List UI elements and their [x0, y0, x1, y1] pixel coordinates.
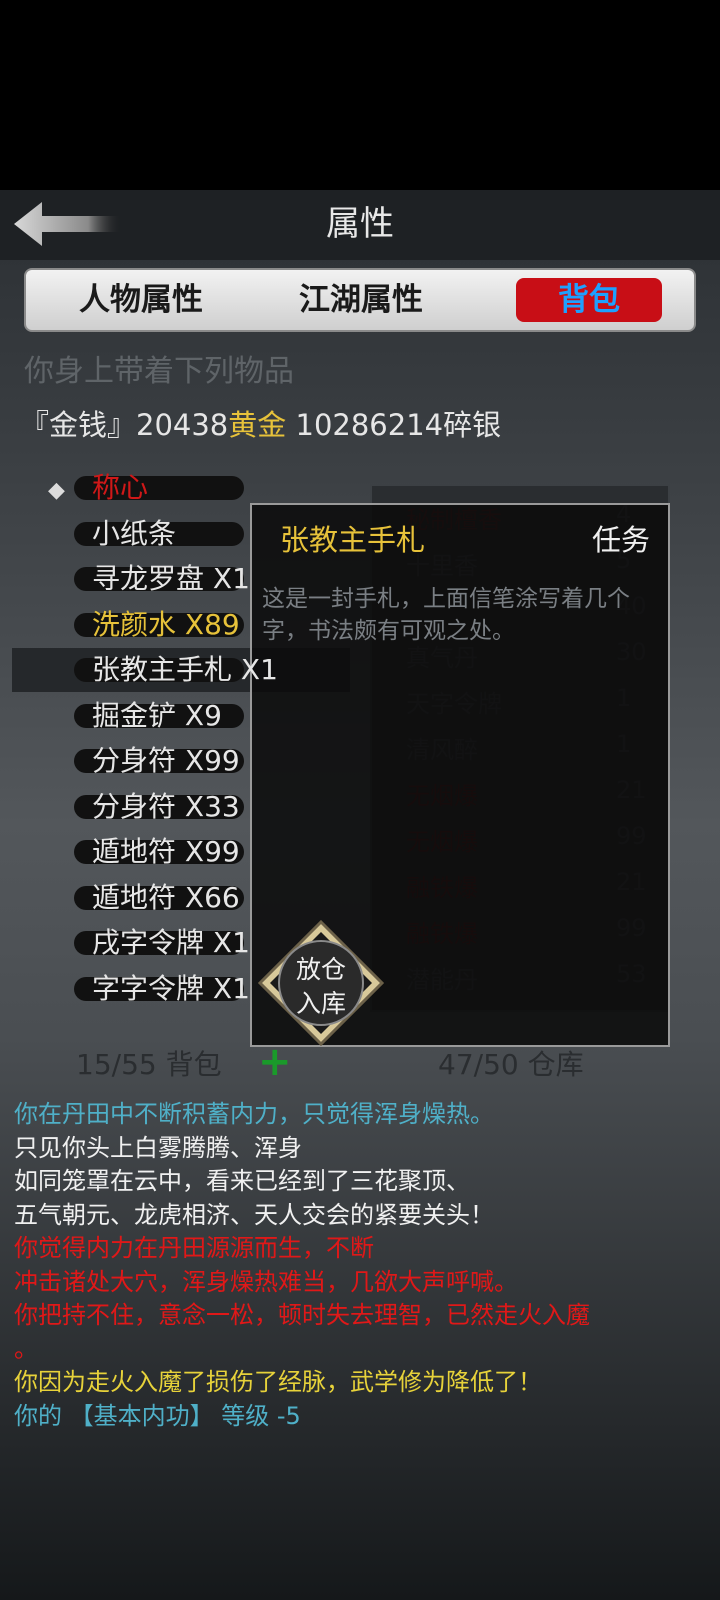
log-line: 。: [14, 1334, 38, 1363]
backpack-item[interactable]: 张教主手札 X1: [74, 650, 278, 690]
log-line: 你因为走火入魔了损伤了经脉，武学修为降低了！: [14, 1368, 542, 1396]
log-line: 五气朝元、龙虎相济、天人交会的紧要关头！: [14, 1200, 494, 1229]
popup-item-type: 任务: [592, 523, 651, 557]
backpack-item[interactable]: 称心: [73, 468, 245, 508]
backpack-item[interactable]: 戌字令牌 X1: [74, 923, 250, 963]
log-line: 你在丹田中不断积蓄内力，只觉得浑身燥热。: [14, 1100, 494, 1128]
backpack-capacity: 15/55 背包: [76, 1048, 222, 1081]
backpack-item[interactable]: 字字令牌 X1: [74, 969, 250, 1009]
expand-backpack-button[interactable]: +: [258, 1042, 292, 1082]
warehouse-capacity: 47/50 仓库: [438, 1048, 584, 1081]
popup-item-name: 张教主手札: [280, 523, 426, 557]
backpack-item[interactable]: 掘金铲 X9: [74, 696, 244, 736]
tab-jianghu-attributes[interactable]: 江湖属性: [286, 278, 436, 322]
backpack-item[interactable]: 遁地符 X99: [74, 832, 244, 872]
log-line: 只见你头上白雾腾腾、浑身: [14, 1133, 302, 1162]
backpack-item[interactable]: 分身符 X99: [74, 741, 244, 781]
log-line: 你把持不住，意念一松，顿时失去理智，已然走火入魔: [14, 1301, 590, 1329]
money-display: 『金钱』20438黄金 10286214碎银: [20, 408, 502, 442]
log-line: 冲击诸处大穴，浑身燥热难当，几欲大声呼喊。: [14, 1267, 518, 1296]
backpack-item[interactable]: 洗颜水 X89: [74, 605, 244, 645]
tab-bar: 人物属性 江湖属性 背包: [24, 268, 696, 332]
message-log: 你在丹田中不断积蓄内力，只觉得浑身燥热。 只见你头上白雾腾腾、浑身如同笼罩在云中，…: [0, 1092, 720, 1452]
store-button-label-2[interactable]: 入库: [258, 984, 384, 1020]
backpack-item[interactable]: 寻龙罗盘 X1: [74, 559, 250, 599]
inventory-heading: 你身上带着下列物品: [24, 354, 294, 389]
log-line: 你觉得内力在丹田源源而生，不断: [14, 1234, 374, 1262]
popup-item-description: 这是一封手札，上面信笔涂写着几个字，书法颇有可观之处。: [262, 586, 630, 644]
backpack-item[interactable]: 分身符 X33: [74, 787, 244, 827]
log-line: 你的 【基本内功】 等级 -5: [14, 1401, 301, 1430]
page-title: 属性: [326, 204, 394, 244]
tab-backpack[interactable]: 背包: [516, 278, 662, 322]
backpack-item[interactable]: 遁地符 X66: [74, 878, 244, 918]
store-button-label-1[interactable]: 放仓: [258, 950, 384, 986]
tab-character-attributes[interactable]: 人物属性: [66, 278, 216, 322]
log-line: 如同笼罩在云中，看来已经到了三花聚顶、: [14, 1167, 470, 1195]
backpack-item[interactable]: 小纸条: [73, 514, 245, 554]
